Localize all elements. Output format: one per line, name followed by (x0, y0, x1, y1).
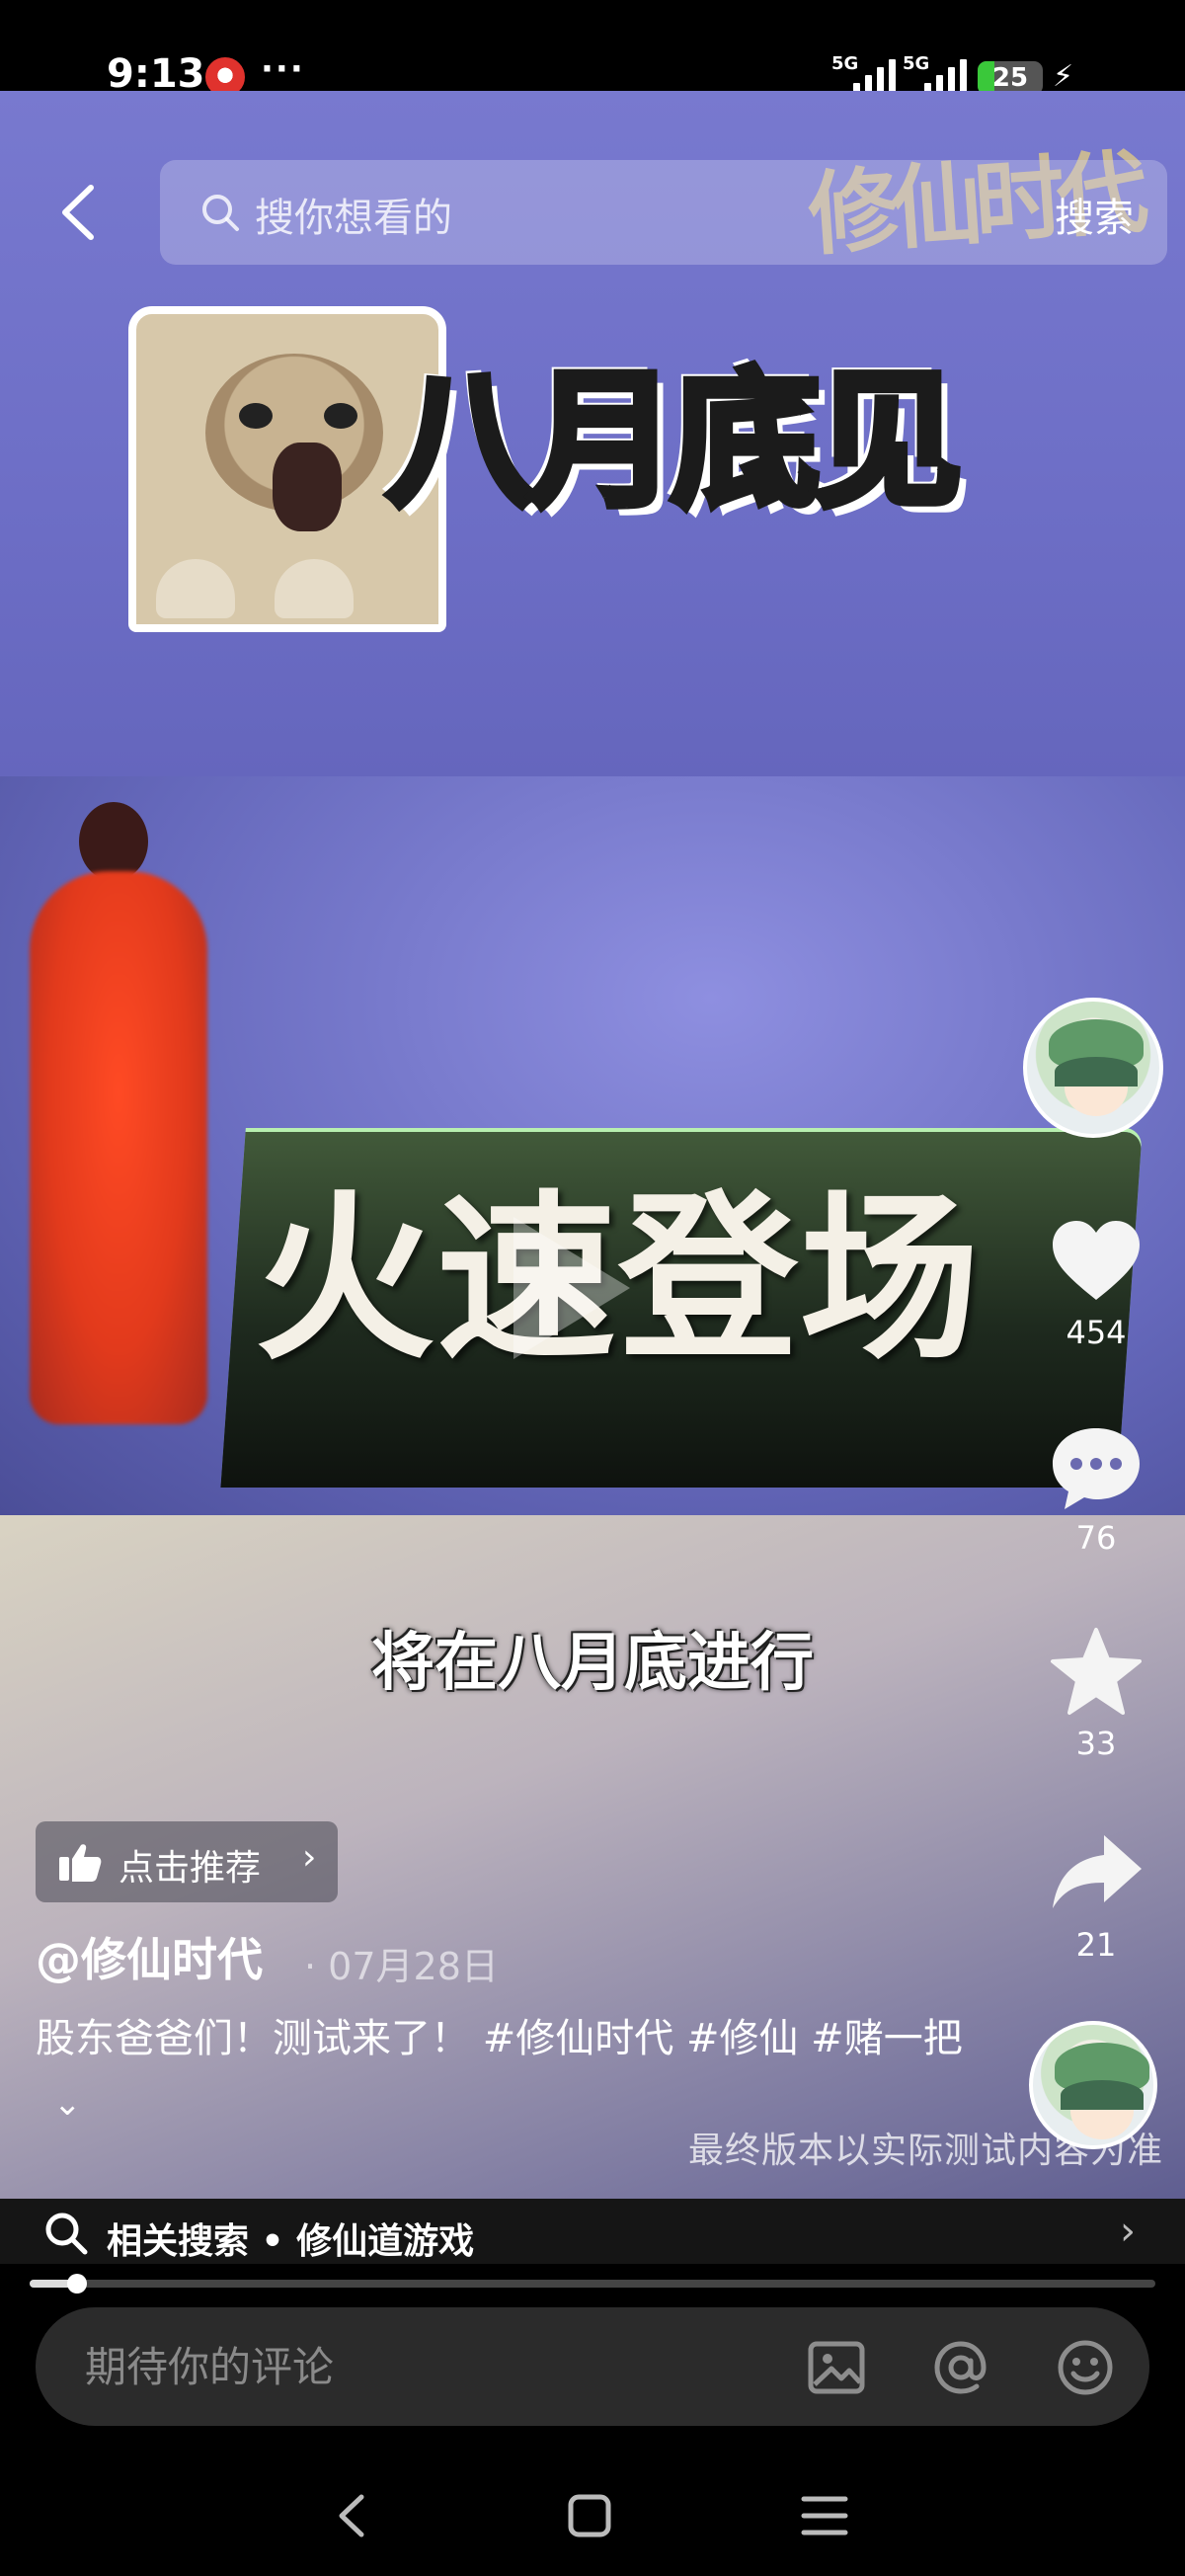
comment-input[interactable] (85, 2329, 776, 2404)
system-home-icon[interactable] (555, 2481, 624, 2550)
related-search-bar[interactable]: 相关搜索 • 修仙道游戏 › (0, 2199, 1185, 2264)
share-button[interactable]: 21 (1041, 1825, 1151, 1964)
search-input[interactable]: 搜你想看的 (255, 186, 452, 243)
at-mention-icon[interactable] (930, 2337, 991, 2398)
related-search-text: 相关搜索 • 修仙道游戏 (107, 2221, 475, 2262)
status-bar: 9:13 ··· 5G 5G 25 ⚡ (0, 0, 1185, 97)
network-type-1: 5G (831, 53, 859, 74)
thumbs-up-icon (59, 1844, 102, 1882)
play-icon[interactable] (514, 1217, 630, 1359)
video-subtitle: 将在八月底进行 (371, 1627, 814, 1700)
charging-icon: ⚡ (1053, 59, 1074, 94)
chevron-right-icon: › (1120, 2209, 1136, 2254)
heart-icon (1053, 1221, 1140, 1300)
chevron-down-icon[interactable]: ⌄ (53, 2084, 82, 2124)
post-caption[interactable]: 股东爸爸们！测试来了！ #修仙时代 #修仙 #赌一把 ⌄ (36, 2007, 964, 2135)
star-icon (1051, 1628, 1142, 1715)
favorite-button[interactable]: 33 (1041, 1624, 1151, 1762)
like-count: 454 (1066, 1314, 1127, 1351)
sticker-caption: 八月底见 (383, 356, 966, 527)
comment-button[interactable]: 76 (1041, 1418, 1151, 1557)
recommend-button[interactable]: 点击推荐 › (36, 1821, 338, 1902)
image-icon[interactable] (806, 2337, 867, 2398)
comment-count: 76 (1075, 1519, 1117, 1557)
share-arrow-icon (1053, 1835, 1142, 1908)
post-date: · 07月28日 (304, 1945, 499, 1988)
battery-icon: 25 (978, 61, 1043, 95)
red-silhouette-figure (20, 802, 217, 1493)
search-bar[interactable]: 搜你想看的 搜索 (160, 160, 1167, 265)
author-name[interactable]: @修仙时代 (36, 1924, 263, 1989)
like-button[interactable]: 454 (1041, 1213, 1151, 1351)
caption-text: 股东爸爸们！测试来了！ #修仙时代 #修仙 #赌一把 (36, 2016, 963, 2061)
comment-icon (1053, 1428, 1140, 1509)
video-progress-bar[interactable] (30, 2274, 1155, 2294)
recommend-label: 点击推荐 (118, 1848, 262, 1889)
favorite-count: 33 (1075, 1725, 1117, 1762)
comment-input-bar[interactable] (36, 2307, 1149, 2426)
back-button[interactable] (51, 178, 111, 247)
music-disc-avatar[interactable] (1029, 2021, 1157, 2149)
system-navigation-bar (0, 2450, 1185, 2576)
network-type-2: 5G (903, 53, 930, 74)
emoji-icon[interactable] (1055, 2337, 1116, 2398)
progress-handle[interactable] (66, 2274, 87, 2294)
system-menu-icon[interactable] (790, 2481, 859, 2550)
system-back-icon[interactable] (318, 2481, 387, 2550)
chevron-left-icon (62, 185, 94, 240)
search-icon (202, 195, 239, 231)
more-notifications-icon: ··· (261, 49, 305, 89)
author-avatar[interactable] (1023, 998, 1163, 1138)
search-button[interactable]: 搜索 (1055, 186, 1134, 243)
chevron-right-icon: › (302, 1837, 317, 1878)
search-icon (45, 2213, 88, 2255)
battery-percent: 25 (991, 63, 1029, 93)
share-count: 21 (1075, 1926, 1117, 1964)
